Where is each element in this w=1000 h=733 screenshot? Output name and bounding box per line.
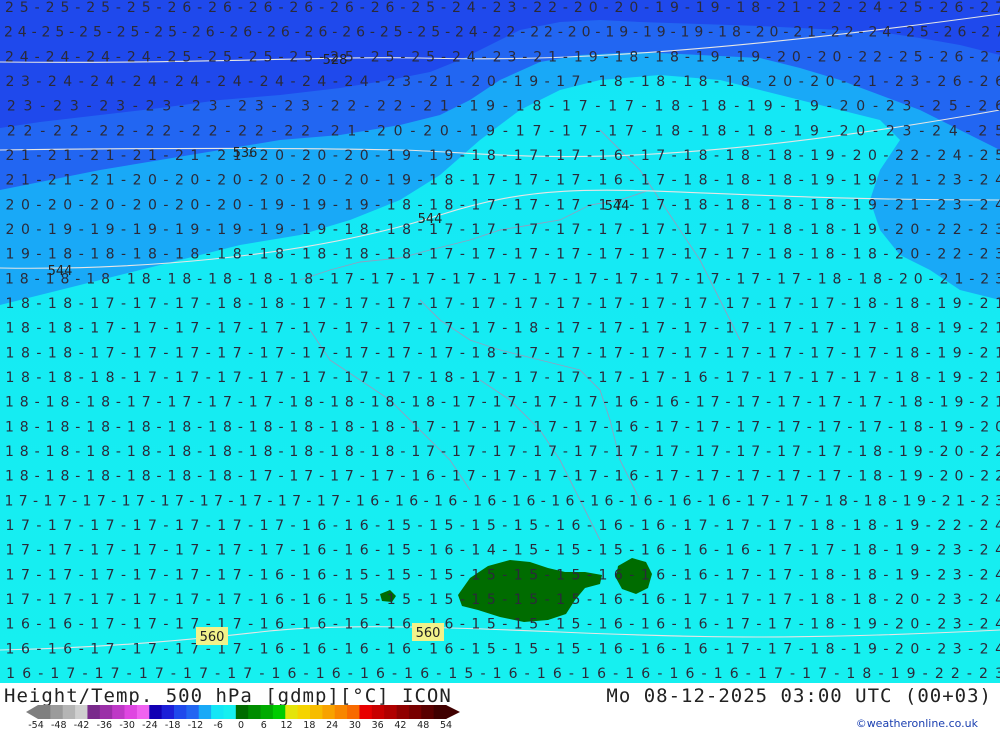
contour-label-536: 536 <box>233 146 258 161</box>
legend-swatch <box>161 705 175 719</box>
legend-swatch <box>136 705 150 719</box>
legend-swatch <box>310 705 323 719</box>
legend-tick-label: -6 <box>213 720 223 731</box>
map-footer: Height/Temp. 500 hPa [gdmp][°C] ICON Mo … <box>0 683 1000 733</box>
contour-label-544-a: 544 <box>418 212 443 227</box>
legend-swatch <box>347 705 360 719</box>
legend-swatch <box>396 705 410 719</box>
map-title: Height/Temp. 500 hPa [gdmp][°C] ICON <box>4 685 452 707</box>
legend-tick-label: -30 <box>119 720 135 731</box>
temperature-row: -18-18-18-17-17-17-17-18-18-18-18-17-17-… <box>0 395 1000 411</box>
legend-tick-label: -36 <box>96 720 113 731</box>
legend-swatch <box>38 705 51 719</box>
legend-swatch <box>260 705 274 719</box>
legend-swatch <box>421 705 435 719</box>
legend-swatch <box>272 705 286 719</box>
legend-tick-label: 54 <box>439 720 453 731</box>
temperature-row: -24-24-24-24-25-25-25-25-25-25-25-24-23-… <box>0 49 1000 65</box>
legend-tick-label: -24 <box>142 720 158 731</box>
legend-tick-label: 6 <box>260 720 267 731</box>
legend-tick-label: 42 <box>394 720 407 731</box>
legend-swatch <box>322 705 336 719</box>
weather-map: -25-25-25-25-26-26-26-26-26-26-25-24-23-… <box>0 0 1000 683</box>
temperature-row: -18-18-18-18-18-18-17-17-17-17-16-17-17-… <box>0 469 1000 485</box>
legend-swatch <box>62 705 76 719</box>
legend-arrow-low <box>26 705 38 719</box>
legend-tick-label: 36 <box>371 720 384 731</box>
contour-label-544-b: 544 <box>605 199 630 214</box>
legend-swatch <box>50 705 64 719</box>
legend-tick-label: -12 <box>187 720 204 731</box>
legend-swatch <box>149 705 163 719</box>
legend-swatch <box>198 705 212 719</box>
contour-label-560-a: 560 <box>200 630 225 645</box>
legend-swatch <box>408 705 422 719</box>
legend-swatch <box>371 705 385 719</box>
legend-tick-label: 30 <box>348 720 361 731</box>
temperature-row: -18-18-18-18-18-18-18-18-17-17-17-17-17-… <box>0 271 1000 287</box>
temperature-row: -18-18-18-18-18-18-18-18-18-18-17-17-17-… <box>0 419 1000 435</box>
legend-swatch <box>223 705 237 719</box>
legend-tick-label: 48 <box>417 720 430 731</box>
legend-swatch <box>112 705 125 719</box>
contour-label-528: 528 <box>323 53 348 68</box>
legend-swatch <box>384 705 397 719</box>
legend-tick-label: -42 <box>73 720 90 731</box>
legend-swatch <box>433 705 447 719</box>
legend-tick-label: 18 <box>303 720 316 731</box>
temperature-row: -25-25-25-25-26-26-26-26-26-26-25-24-23-… <box>0 0 1000 16</box>
legend-swatch <box>75 705 88 719</box>
legend-tick-label: 0 <box>237 720 245 731</box>
legend-tick-label: 12 <box>280 720 293 731</box>
legend-swatch <box>174 705 187 719</box>
legend-swatch <box>99 705 113 719</box>
legend-swatch <box>334 705 348 719</box>
legend-swatch <box>285 705 299 719</box>
legend-tick-label: -54 <box>28 720 44 731</box>
legend-tick-label: -48 <box>51 720 67 731</box>
legend-swatch <box>235 705 249 719</box>
legend-arrow-high <box>446 705 460 719</box>
legend-tick-label: -18 <box>164 720 181 731</box>
site-credit[interactable]: ©weatheronline.co.uk <box>856 717 978 730</box>
legend-swatch <box>124 705 138 719</box>
legend-swatch <box>87 705 101 719</box>
legend-swatch <box>211 705 224 719</box>
contour-label-560-b: 560 <box>416 626 441 641</box>
legend-swatch <box>297 705 311 719</box>
temperature-row: -18-18-18-18-18-18-18-18-18-18-17-17-17-… <box>0 444 1000 460</box>
legend-swatch <box>186 705 200 719</box>
map-canvas: -25-25-25-25-26-26-26-26-26-26-25-24-23-… <box>0 0 1000 683</box>
legend-tick-label: 24 <box>326 720 339 731</box>
legend-color-bar <box>26 705 460 719</box>
legend-swatch <box>359 705 373 719</box>
contour-label-544-c: 544 <box>48 264 73 279</box>
forecast-datetime: Mo 08-12-2025 03:00 UTC (00+03) <box>606 685 992 707</box>
legend-swatch <box>248 705 261 719</box>
